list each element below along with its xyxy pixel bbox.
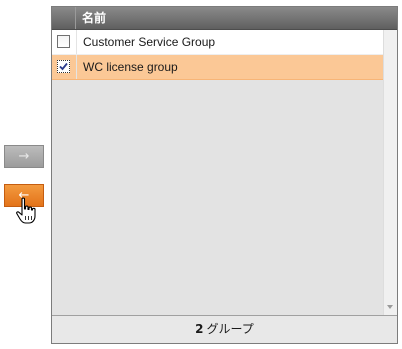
header-name[interactable]: 名前 (82, 7, 106, 29)
hand-pointer-icon (16, 197, 36, 224)
column-divider (76, 55, 77, 79)
scroll-down-arrow-icon[interactable] (387, 305, 393, 309)
arrow-right-icon: → (18, 149, 30, 164)
row-checkbox[interactable] (57, 60, 70, 73)
row-checkbox[interactable] (57, 35, 70, 48)
group-count: 2 (195, 322, 204, 336)
vertical-scrollbar[interactable] (383, 30, 397, 315)
row-label: WC license group (83, 60, 178, 74)
checkmark-icon (59, 62, 68, 71)
grid-header: 名前 (52, 7, 397, 30)
group-count-unit: グループ (206, 322, 254, 336)
row-label: Customer Service Group (83, 35, 216, 49)
grid-footer: 2 グループ (52, 315, 397, 343)
table-row[interactable]: Customer Service Group (52, 30, 383, 55)
move-right-button[interactable]: → (4, 145, 44, 168)
header-check-column (52, 7, 76, 29)
column-divider (76, 30, 77, 54)
group-grid: 名前 Customer Service Group WC license gro… (51, 6, 398, 344)
grid-rows: Customer Service Group WC license group (52, 30, 383, 315)
group-picker: → ← 名前 Customer Service Group WC license… (0, 0, 402, 349)
table-row[interactable]: WC license group (52, 55, 383, 80)
